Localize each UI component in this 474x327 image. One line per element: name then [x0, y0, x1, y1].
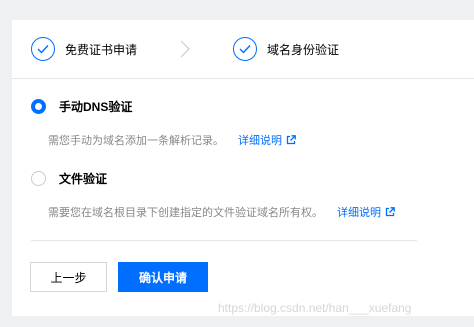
cert-validation-panel: 免费证书申请 域名身份验证 手动DNS验证 需您手动为域名添加一条解析记录。 详…: [12, 20, 474, 316]
step-label: 域名身份验证: [267, 42, 340, 57]
step-label: 免费证书申请: [65, 42, 138, 57]
external-link-icon: [286, 135, 296, 145]
option-label: 手动DNS验证: [59, 100, 133, 114]
description-text: 需要您在域名根目录下创建指定的文件验证域名所有权。: [48, 207, 323, 219]
confirm-apply-button[interactable]: 确认申请: [118, 262, 208, 292]
dns-details-link[interactable]: 详细说明: [238, 132, 296, 148]
previous-step-button[interactable]: 上一步: [30, 262, 107, 292]
dns-verification-description: 需您手动为域名添加一条解析记录。 详细说明: [48, 132, 296, 148]
file-details-link[interactable]: 详细说明: [337, 204, 395, 220]
description-text: 需您手动为域名添加一条解析记录。: [48, 135, 224, 147]
option-file-verification[interactable]: 文件验证: [31, 170, 107, 187]
dns-verification-radio[interactable]: [31, 99, 46, 114]
link-label: 详细说明: [238, 135, 282, 147]
step-indicator: 免费证书申请 域名身份验证: [12, 20, 474, 79]
option-label: 文件验证: [59, 172, 108, 186]
option-dns-verification[interactable]: 手动DNS验证: [31, 98, 132, 115]
check-circle-icon: [31, 37, 55, 61]
chevron-right-icon: [178, 40, 192, 58]
step-apply-certificate: 免费证书申请: [31, 36, 137, 62]
link-label: 详细说明: [337, 207, 381, 219]
step-domain-verification: 域名身份验证: [233, 36, 339, 62]
file-verification-description: 需要您在域名根目录下创建指定的文件验证域名所有权。 详细说明: [48, 204, 395, 220]
divider: [31, 240, 417, 241]
external-link-icon: [385, 207, 395, 217]
file-verification-radio[interactable]: [31, 171, 46, 186]
watermark: https://blog.csdn.net/han___xuefang: [218, 301, 412, 315]
check-circle-icon: [233, 37, 257, 61]
